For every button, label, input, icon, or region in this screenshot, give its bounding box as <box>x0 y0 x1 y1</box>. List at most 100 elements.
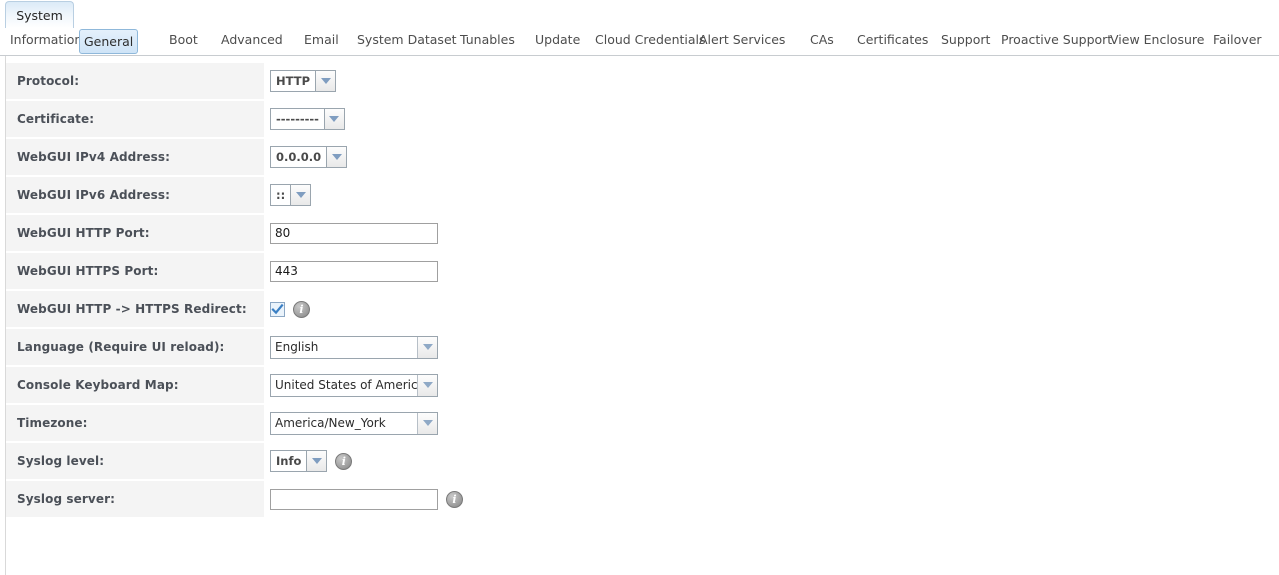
checkbox-webgui-http-https-redirect[interactable] <box>270 301 285 317</box>
tab-email[interactable]: Email <box>300 28 343 52</box>
form-row-syslog-server: Syslog server: i <box>6 481 1206 519</box>
chevron-down-icon[interactable] <box>327 146 348 168</box>
select-value: HTTP <box>270 70 317 92</box>
field-label-cell: Console Keyboard Map: <box>6 367 264 403</box>
select-protocol[interactable]: HTTP <box>270 70 337 92</box>
tab-advanced[interactable]: Advanced <box>217 28 287 52</box>
tab-failover[interactable]: Failover <box>1209 28 1266 52</box>
content-area: Protocol: HTTP Certificate: --------- WebGUI… <box>0 56 1279 575</box>
field-label: WebGUI HTTP Port: <box>17 226 150 240</box>
field-control-cell: English <box>270 329 438 365</box>
form-row-webgui-https-port: WebGUI HTTPS Port: <box>6 253 1206 291</box>
form-row-webgui-ipv6-address: WebGUI IPv6 Address::: <box>6 177 1206 215</box>
field-control-cell: :: <box>270 177 312 213</box>
chevron-down-icon[interactable] <box>291 184 312 206</box>
field-control-cell: Info i <box>270 443 353 479</box>
info-icon[interactable]: i <box>293 300 310 318</box>
info-icon[interactable]: i <box>446 490 463 508</box>
tab-certificates[interactable]: Certificates <box>853 28 932 52</box>
field-control-cell: United States of America <box>270 367 438 403</box>
tab-update[interactable]: Update <box>531 28 584 52</box>
field-label: Syslog level: <box>17 454 105 468</box>
tab-cas[interactable]: CAs <box>806 28 838 52</box>
form-row-syslog-level: Syslog level: Info i <box>6 443 1206 481</box>
field-control-cell <box>270 253 438 289</box>
input-syslog-server[interactable] <box>270 488 438 510</box>
select-value: :: <box>270 184 292 206</box>
tab-proactive-support[interactable]: Proactive Support <box>997 28 1116 52</box>
chevron-down-icon[interactable] <box>316 70 337 92</box>
form-row-timezone: Timezone: America/New_York <box>6 405 1206 443</box>
select-webgui-ipv4-address[interactable]: 0.0.0.0 <box>270 146 348 168</box>
field-control-cell: i <box>270 481 463 517</box>
field-control-cell: --------- <box>270 101 345 137</box>
input-webgui-https-port[interactable] <box>270 260 438 282</box>
tab-boot[interactable]: Boot <box>165 28 202 52</box>
form-row-protocol: Protocol: HTTP <box>6 63 1206 101</box>
field-label-cell: Certificate: <box>6 101 264 137</box>
select-value: --------- <box>270 108 325 130</box>
field-label-cell: WebGUI IPv6 Address: <box>6 177 264 213</box>
field-label-cell: Timezone: <box>6 405 264 441</box>
chevron-down-icon[interactable] <box>417 412 437 434</box>
form-row-certificate: Certificate: --------- <box>6 101 1206 139</box>
field-label: WebGUI HTTPS Port: <box>17 264 159 278</box>
field-label-cell: Language (Require UI reload): <box>6 329 264 365</box>
form-row-language-require-ui-reload: Language (Require UI reload): English <box>6 329 1206 367</box>
tab-tunables[interactable]: Tunables <box>456 28 519 52</box>
chevron-down-icon[interactable] <box>417 336 437 358</box>
select-value: Info <box>270 450 308 472</box>
field-control-cell <box>270 215 438 251</box>
select-webgui-ipv6-address[interactable]: :: <box>270 184 312 206</box>
field-label-cell: WebGUI HTTP Port: <box>6 215 264 251</box>
field-label: Timezone: <box>17 416 88 430</box>
field-label-cell: WebGUI HTTP -> HTTPS Redirect: <box>6 291 264 327</box>
window-titlebar: System <box>0 0 1279 28</box>
select-syslog-level[interactable]: Info <box>270 450 328 472</box>
field-label-cell: Protocol: <box>6 63 264 99</box>
field-label: Console Keyboard Map: <box>17 378 179 392</box>
field-label-cell: WebGUI HTTPS Port: <box>6 253 264 289</box>
tab-cloud-credentials[interactable]: Cloud Credentials <box>591 28 710 52</box>
field-label: Protocol: <box>17 74 80 88</box>
field-label: Language (Require UI reload): <box>17 340 225 354</box>
field-label: WebGUI HTTP -> HTTPS Redirect: <box>17 302 247 316</box>
select-certificate[interactable]: --------- <box>270 108 345 130</box>
general-settings-form: Protocol: HTTP Certificate: --------- WebGUI… <box>6 63 1206 519</box>
window-tab-system[interactable]: System <box>5 1 74 28</box>
form-row-webgui-http-https-redirect: WebGUI HTTP -> HTTPS Redirect: i <box>6 291 1206 329</box>
field-label-cell: Syslog level: <box>6 443 264 479</box>
field-control-cell: 0.0.0.0 <box>270 139 348 175</box>
tab-support[interactable]: Support <box>937 28 994 52</box>
form-row-console-keyboard-map: Console Keyboard Map: United States of Am… <box>6 367 1206 405</box>
field-control-cell: America/New_York <box>270 405 438 441</box>
tab-system-dataset[interactable]: System Dataset <box>353 28 461 52</box>
select-value: America/New_York <box>275 416 386 430</box>
tab-general[interactable]: General <box>79 29 139 54</box>
select-value: 0.0.0.0 <box>270 146 328 168</box>
chevron-down-icon[interactable] <box>324 108 345 130</box>
field-label: Syslog server: <box>17 492 116 506</box>
settings-tab-bar: Information General Boot Advanced Email Syste… <box>0 28 1279 56</box>
field-label: Certificate: <box>17 112 95 126</box>
field-label: WebGUI IPv4 Address: <box>17 150 170 164</box>
info-icon[interactable]: i <box>335 452 353 470</box>
field-control-cell: i <box>270 291 310 327</box>
tab-alert-services[interactable]: Alert Services <box>695 28 789 52</box>
field-label-cell: WebGUI IPv4 Address: <box>6 139 264 175</box>
form-row-webgui-http-port: WebGUI HTTP Port: <box>6 215 1206 253</box>
tab-information[interactable]: Information <box>6 28 86 52</box>
tab-view-enclosure[interactable]: View Enclosure <box>1106 28 1208 52</box>
select-value: English <box>275 340 319 354</box>
input-webgui-http-port[interactable] <box>270 222 438 244</box>
field-label: WebGUI IPv6 Address: <box>17 188 170 202</box>
form-row-webgui-ipv4-address: WebGUI IPv4 Address: 0.0.0.0 <box>6 139 1206 177</box>
chevron-down-icon[interactable] <box>307 450 328 472</box>
chevron-down-icon[interactable] <box>417 374 437 396</box>
field-control-cell: HTTP <box>270 63 337 99</box>
select-language-require-ui-reload[interactable]: English <box>270 335 438 359</box>
field-label-cell: Syslog server: <box>6 481 264 517</box>
window-tab-label: System <box>16 7 63 23</box>
select-timezone[interactable]: America/New_York <box>270 411 438 435</box>
select-console-keyboard-map[interactable]: United States of America <box>270 373 438 397</box>
